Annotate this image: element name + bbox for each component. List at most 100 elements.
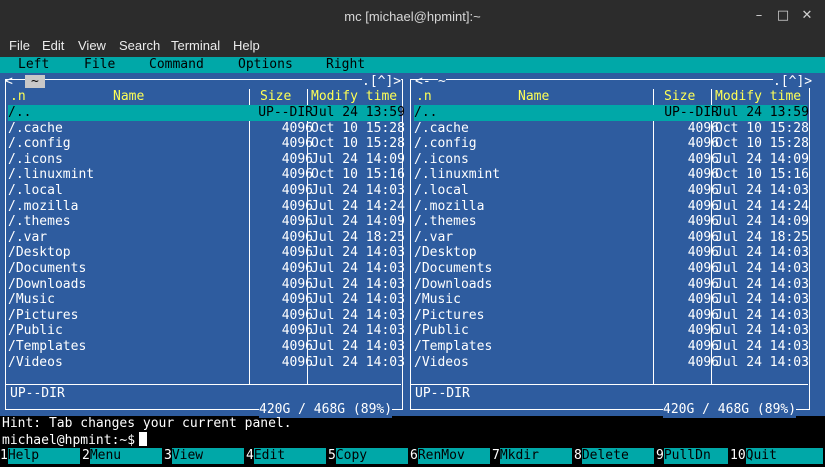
fkey-number: 4 xyxy=(246,448,254,463)
menu-search[interactable]: Search xyxy=(119,38,160,53)
fkey-edit[interactable]: 4Edit xyxy=(246,448,328,464)
file-row[interactable]: /Documents 4096 Jul 24 14:03 xyxy=(414,261,809,277)
file-row[interactable]: /.var 4096 Jul 24 18:25 xyxy=(8,230,405,246)
file-row[interactable]: /.linuxmint 4096 Oct 10 15:16 xyxy=(8,167,405,183)
text-cursor xyxy=(139,432,148,446)
file-row[interactable]: /.local 4096 Jul 24 14:03 xyxy=(414,183,809,199)
fkey-label: Help xyxy=(7,448,80,464)
menu-edit[interactable]: Edit xyxy=(42,38,64,53)
terminal-area[interactable]: Left File Command Options Right < ~ .[^]… xyxy=(0,57,825,467)
file-size: UP--DIR xyxy=(664,105,719,120)
close-icon[interactable]: ✕ xyxy=(798,7,816,25)
file-row[interactable]: /.var 4096 Jul 24 18:25 xyxy=(414,230,809,246)
minimize-icon[interactable]: – xyxy=(750,7,768,25)
mc-menu-options[interactable]: Options xyxy=(238,57,293,73)
file-row[interactable]: /.config 4096 Oct 10 15:28 xyxy=(8,136,405,152)
file-mtime: Jul 24 14:24 xyxy=(311,198,405,214)
left-col-mtime[interactable]: Modify time xyxy=(311,89,397,105)
menu-terminal[interactable]: Terminal xyxy=(171,38,220,53)
fkey-menu[interactable]: 2Menu xyxy=(82,448,164,464)
left-panel-scroll-mark[interactable]: .[^]> xyxy=(362,75,402,88)
left-panel-arrow: < xyxy=(5,74,13,89)
right-col-size[interactable]: Size xyxy=(664,89,695,105)
file-size: 4096 xyxy=(281,183,313,198)
right-panel-path[interactable]: ~ xyxy=(438,75,446,88)
file-row[interactable]: /.cache 4096 Oct 10 15:28 xyxy=(8,121,405,137)
file-row[interactable]: /Documents 4096 Jul 24 14:03 xyxy=(8,261,405,277)
fkey-mkdir[interactable]: 7Mkdir xyxy=(492,448,574,464)
mc-menu-file[interactable]: File xyxy=(84,57,115,73)
left-panel[interactable]: < ~ .[^]> .n Name Size Modify time /.. UP… xyxy=(0,73,407,418)
file-name: /Desktop xyxy=(8,245,71,261)
prompt-text: michael@hpmint:~$ xyxy=(2,433,136,448)
menu-view[interactable]: View xyxy=(78,38,106,53)
file-row[interactable]: /Music 4096 Jul 24 14:03 xyxy=(8,292,405,308)
mc-menu-right[interactable]: Right xyxy=(326,57,365,73)
fkey-renmov[interactable]: 6RenMov xyxy=(410,448,492,464)
file-row[interactable]: /.icons 4096 Jul 24 14:09 xyxy=(8,151,405,168)
maximize-icon[interactable]: □ xyxy=(774,7,792,25)
fkey-number: 1 xyxy=(0,448,8,463)
file-row[interactable]: /Templates 4096 Jul 24 14:03 xyxy=(414,339,809,355)
file-row[interactable]: /Public 4096 Jul 24 14:03 xyxy=(414,323,809,339)
file-name: /.cache xyxy=(414,120,469,136)
file-name: /.icons xyxy=(8,151,63,167)
left-col-size[interactable]: Size xyxy=(260,89,291,105)
fkey-label: Mkdir xyxy=(499,448,572,464)
file-row[interactable]: /Templates 4096 Jul 24 14:03 xyxy=(8,339,405,355)
right-sort-indicator[interactable]: .n xyxy=(416,89,432,105)
mc-menu-left[interactable]: Left xyxy=(18,57,49,73)
file-name: /.mozilla xyxy=(8,198,79,214)
file-row[interactable]: /Desktop 4096 Jul 24 14:03 xyxy=(414,245,809,261)
shell-prompt[interactable]: michael@hpmint:~$ xyxy=(2,432,148,449)
fkey-quit[interactable]: 10Quit xyxy=(730,448,825,464)
fkey-pulldn[interactable]: 9PullDn xyxy=(656,448,730,464)
file-row[interactable]: /Videos 4096 Jul 24 14:03 xyxy=(414,355,809,371)
right-panel[interactable]: <- ~ .[^]> .n Name Size Modify time /.. U… xyxy=(407,73,825,418)
file-row[interactable]: /Downloads 4096 Jul 24 14:03 xyxy=(414,277,809,293)
file-row[interactable]: /Desktop 4096 Jul 24 14:03 xyxy=(8,245,405,261)
fkey-label: Copy xyxy=(335,448,408,464)
file-row[interactable]: /.themes 4096 Jul 24 14:09 xyxy=(414,214,809,230)
menu-help[interactable]: Help xyxy=(233,38,260,53)
file-row[interactable]: /.mozilla 4096 Jul 24 14:24 xyxy=(414,198,809,215)
file-name: /Documents xyxy=(8,261,87,276)
file-name: /Templates xyxy=(414,339,493,354)
left-col-name[interactable]: Name xyxy=(113,89,144,105)
file-row[interactable]: /Pictures 4096 Jul 24 14:03 xyxy=(414,308,809,324)
right-panel-scroll-mark[interactable]: .[^]> xyxy=(773,75,813,88)
fkey-delete[interactable]: 8Delete xyxy=(574,448,656,464)
left-panel-path[interactable]: ~ xyxy=(25,75,45,88)
file-row[interactable]: /.local 4096 Jul 24 14:03 xyxy=(8,183,405,199)
file-row[interactable]: /Pictures 4096 Jul 24 14:03 xyxy=(8,308,405,324)
fkey-help[interactable]: 1Help xyxy=(0,448,82,464)
file-row[interactable]: /Music 4096 Jul 24 14:03 xyxy=(414,292,809,308)
file-mtime: Jul 24 14:24 xyxy=(715,198,809,214)
file-name: /Public xyxy=(414,323,469,339)
fkey-view[interactable]: 3View xyxy=(164,448,246,464)
file-row[interactable]: /Videos 4096 Jul 24 14:03 xyxy=(8,354,405,371)
file-size: 4096 xyxy=(281,214,313,230)
fkey-copy[interactable]: 5Copy xyxy=(328,448,410,464)
mc-menu-command[interactable]: Command xyxy=(149,57,204,73)
file-size: 4096 xyxy=(281,245,313,261)
file-size: 4096 xyxy=(281,354,313,370)
left-sort-indicator[interactable]: .n xyxy=(10,89,26,105)
file-row[interactable]: /.themes 4096 Jul 24 14:09 xyxy=(8,214,405,230)
file-name: /.icons xyxy=(414,151,469,167)
file-row[interactable]: /.cache 4096 Oct 10 15:28 xyxy=(414,120,809,137)
file-row[interactable]: /.. UP--DIR Jul 24 13:59 xyxy=(414,105,809,121)
right-status-separator xyxy=(410,384,808,385)
right-col-mtime[interactable]: Modify time xyxy=(715,89,801,105)
right-col-name[interactable]: Name xyxy=(518,89,549,105)
file-row[interactable]: /.icons 4096 Jul 24 14:09 xyxy=(414,151,809,168)
file-row[interactable]: /.linuxmint 4096 Oct 10 15:16 xyxy=(414,167,809,183)
file-row[interactable]: /.mozilla 4096 Jul 24 14:24 xyxy=(8,198,405,215)
file-row[interactable]: /Downloads 4096 Jul 24 14:03 xyxy=(8,277,405,293)
file-row[interactable]: /.config 4096 Oct 10 15:28 xyxy=(414,136,809,152)
fkey-label: Menu xyxy=(89,448,162,464)
file-row[interactable]: /.. UP--DIR Jul 24 13:59 xyxy=(8,105,405,121)
file-row[interactable]: /Public 4096 Jul 24 14:03 xyxy=(8,323,405,339)
file-name: /Music xyxy=(8,292,55,308)
menu-file[interactable]: File xyxy=(9,38,30,53)
